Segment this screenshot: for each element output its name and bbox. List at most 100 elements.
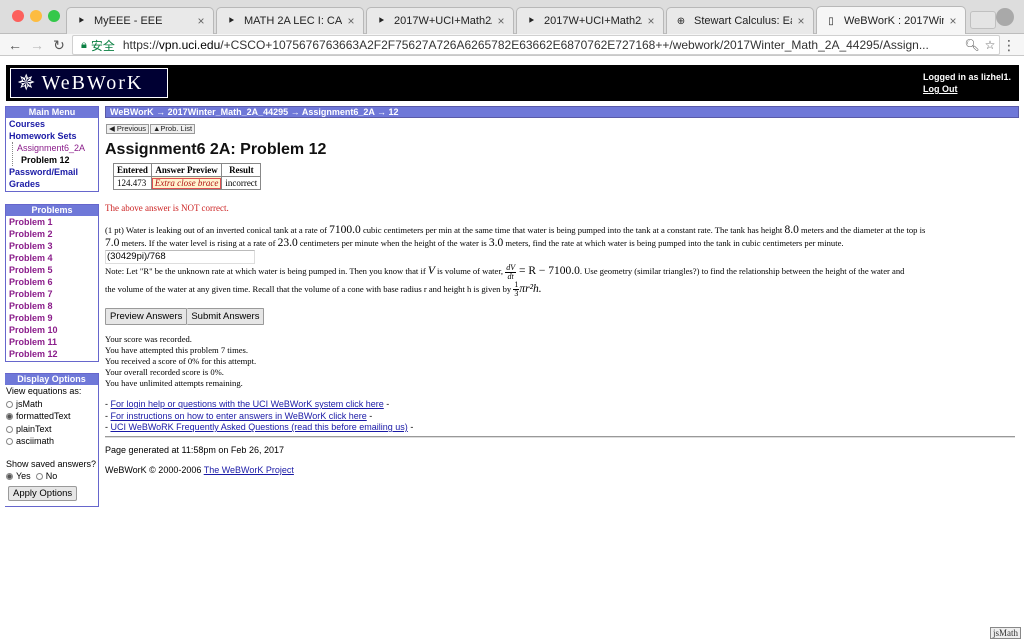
sidebar-problem-link[interactable]: Problem 1 xyxy=(6,216,98,228)
answer-results-table: Entered Answer Preview Result 124.473 Ex… xyxy=(113,163,262,190)
entered-header: Entered xyxy=(113,163,152,177)
reload-icon[interactable]: ↻ xyxy=(50,36,68,54)
equation-mode-option[interactable]: plainText xyxy=(5,423,98,436)
problem-list-button[interactable]: ▲Prob. List xyxy=(150,124,196,134)
equation-mode-radio[interactable] xyxy=(6,425,13,433)
tab-title: MyEEE - EEE xyxy=(94,15,163,27)
back-arrow-icon[interactable]: ← xyxy=(6,36,24,54)
equation-mode-radio[interactable] xyxy=(6,413,13,420)
preview-header: Answer Preview xyxy=(150,163,223,177)
yes-radio[interactable] xyxy=(6,473,13,480)
url-text[interactable]: https://vpn.uci.edu/+CSCO+1075676763663A… xyxy=(123,38,963,52)
problems-title: Problems xyxy=(6,205,98,216)
sidebar-problem-link[interactable]: Problem 12 xyxy=(6,348,98,360)
close-tab-icon[interactable]: × xyxy=(195,14,207,28)
sidebar-problem-link[interactable]: Problem 11 xyxy=(6,336,98,348)
sidebar-problem-link[interactable]: Problem 2 xyxy=(6,228,98,240)
close-tab-icon[interactable]: × xyxy=(645,14,657,28)
stewart-favicon-icon: ⊕ xyxy=(676,15,686,27)
browser-tab[interactable]: ⊕ Stewart Calculus: Early × xyxy=(666,7,814,34)
sidebar-problem-link[interactable]: Problem 8 xyxy=(6,300,98,312)
webwork-favicon-icon: ⯈ xyxy=(377,15,385,27)
problem-text: meters and the diameter at the top is xyxy=(798,225,926,235)
browser-tab[interactable]: ⯈ 2017W+UCI+Math2A+ × xyxy=(366,7,514,34)
result-value: incorrect xyxy=(221,176,262,190)
previous-problem-button[interactable]: ◀ Previous xyxy=(106,124,150,134)
browser-tab[interactable]: ⯈ MATH 2A LEC I: CALCU × xyxy=(216,7,364,34)
close-tab-icon[interactable]: × xyxy=(345,14,357,28)
volume-symbol: V xyxy=(427,265,435,277)
equation-mode-option[interactable]: asciimath xyxy=(5,435,98,448)
equation-mode-radio[interactable] xyxy=(6,438,13,445)
password-email-link[interactable]: Password/Email xyxy=(6,166,98,178)
sidebar-problem-link[interactable]: Problem 3 xyxy=(6,240,98,252)
set-subtree: Assignment6_2A Problem 12 xyxy=(12,142,98,166)
apply-options-button[interactable]: Apply Options xyxy=(8,485,78,501)
equation-mode-option[interactable]: formattedText xyxy=(5,410,98,423)
close-window-icon[interactable] xyxy=(12,10,24,22)
star-logo-icon: ✵ xyxy=(17,70,36,95)
webwork-project-link[interactable]: The WeBWorK Project xyxy=(204,465,294,475)
problem-text: cubic centimeters per min at the same ti… xyxy=(360,225,785,235)
courses-link[interactable]: Courses xyxy=(6,118,98,130)
cone-volume-formula: πr²h. xyxy=(519,282,542,295)
bookmark-star-icon[interactable]: ☆ xyxy=(981,38,999,52)
sidebar-problem-link[interactable]: Problem 9 xyxy=(6,312,98,324)
url-path: /+CSCO+1075676763663A2F2F75627A726A62657… xyxy=(220,38,929,52)
score-line: You have attempted this problem 7 times. xyxy=(105,345,249,355)
rate-equation: = R − 7100.0 xyxy=(516,265,580,277)
equation-mode-radio[interactable] xyxy=(6,400,13,408)
tank-diameter-value: 7.0 xyxy=(105,237,120,249)
new-tab-button[interactable] xyxy=(970,11,996,29)
note-text: Note: Let "R" be the unknown rate at whi… xyxy=(105,266,428,276)
forward-arrow-icon[interactable]: → xyxy=(28,36,46,54)
answer-instructions-link[interactable]: For instructions on how to enter answers… xyxy=(111,411,367,421)
submit-answers-button[interactable]: Submit Answers xyxy=(187,308,265,325)
current-set-link[interactable]: Assignment6_2A xyxy=(17,142,98,154)
grades-link[interactable]: Grades xyxy=(6,178,98,190)
table-row: 124.473 Extra close brace incorrect xyxy=(113,176,262,190)
browser-menu-icon[interactable]: ⋮ xyxy=(1002,36,1016,54)
browser-tab[interactable]: ⯈ MyEEE - EEE × xyxy=(66,7,214,34)
sidebar-problem-link[interactable]: Problem 10 xyxy=(6,324,98,336)
tab-title: 2017W+UCI+Math2A+ xyxy=(394,15,492,27)
faq-link[interactable]: UCI WeBWoRK Frequently Asked Questions (… xyxy=(111,422,408,432)
no-radio[interactable] xyxy=(35,473,43,480)
equation-mode-label: asciimath xyxy=(16,436,55,446)
tab-title: MATH 2A LEC I: CALCU xyxy=(244,15,342,27)
preview-answers-button[interactable]: Preview Answers xyxy=(105,308,188,325)
browser-tab-active[interactable]: ▯ WeBWorK : 2017Winte × xyxy=(816,6,966,35)
close-tab-icon[interactable]: × xyxy=(795,14,807,28)
address-bar[interactable]: 🔒︎ 安全 https://vpn.uci.edu/+CSCO+10756767… xyxy=(72,35,1000,55)
maximize-window-icon[interactable] xyxy=(48,10,60,22)
view-equations-label: View equations as: xyxy=(6,386,82,396)
answer-input[interactable]: (30429pi)/768 xyxy=(105,250,255,264)
profile-avatar-icon[interactable] xyxy=(996,8,1014,26)
minimize-window-icon[interactable] xyxy=(30,10,42,22)
sidebar-problem-link[interactable]: Problem 7 xyxy=(6,288,98,300)
main-menu-box: Main Menu Courses Homework Sets Assignme… xyxy=(5,106,99,192)
homework-sets-link[interactable]: Homework Sets xyxy=(6,130,98,142)
sidebar-problem-link[interactable]: Problem 5 xyxy=(6,264,98,276)
answer-preview-value: Extra close brace xyxy=(150,176,223,190)
webwork-logo[interactable]: ✵ WeBWorK xyxy=(10,68,168,98)
yes-label: Yes xyxy=(16,471,31,481)
browser-tab[interactable]: ⯈ 2017W+UCI+Math2A+ × xyxy=(516,7,664,34)
logout-link[interactable]: Log Out xyxy=(923,83,1011,95)
breadcrumb[interactable]: WeBWorK → 2017Winter_Math_2A_44295 → Ass… xyxy=(105,106,1019,118)
login-help-link[interactable]: For login help or questions with the UCI… xyxy=(111,399,384,409)
answer-action-buttons: Preview Answers Submit Answers xyxy=(105,308,265,325)
close-tab-icon[interactable]: × xyxy=(947,14,959,28)
score-line: You received a score of 0% for this atte… xyxy=(105,356,257,366)
sidebar-problem-link[interactable]: Problem 6 xyxy=(6,276,98,288)
zoom-search-icon[interactable]: 🔍︎ xyxy=(963,38,981,52)
no-label: No xyxy=(45,471,58,481)
problem-note: Note: Let "R" be the unknown rate at whi… xyxy=(105,263,1019,298)
problems-box: Problems Problem 1 Problem 2 Problem 3 Prob… xyxy=(5,204,99,362)
score-line: Your overall recorded score is 0%. xyxy=(105,367,224,377)
equation-mode-option[interactable]: jsMath xyxy=(5,398,98,411)
jsmath-badge-button[interactable]: jsMath xyxy=(989,627,1021,639)
sidebar-problem-link[interactable]: Problem 4 xyxy=(6,252,98,264)
footer-copyright: WeBWorK © 2000-2006 The WeBWorK Project xyxy=(105,465,294,475)
close-tab-icon[interactable]: × xyxy=(495,14,507,28)
